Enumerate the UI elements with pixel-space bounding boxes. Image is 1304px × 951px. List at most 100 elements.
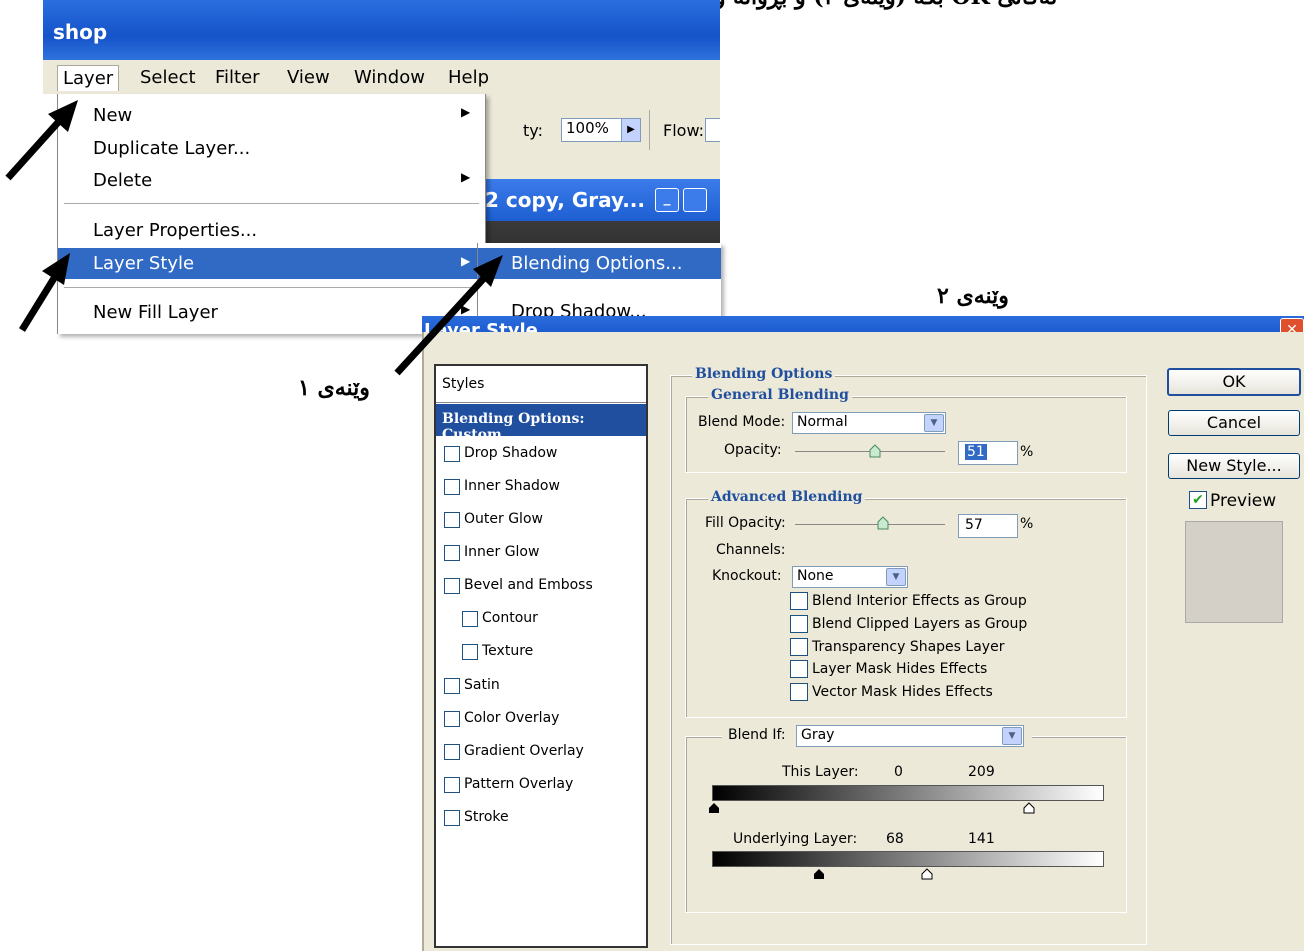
style-pattern-overlay[interactable]: Pattern Overlay xyxy=(436,769,646,801)
checkbox[interactable] xyxy=(462,644,478,660)
knockout-value: None xyxy=(797,568,834,584)
menu-item-label: Duplicate Layer... xyxy=(93,138,251,159)
style-label: Outer Glow xyxy=(464,511,543,527)
style-label: Inner Shadow xyxy=(464,478,560,494)
blend-clipped-checkbox[interactable] xyxy=(790,615,808,633)
opacity-slider-thumb[interactable] xyxy=(869,444,881,458)
menu-item-new[interactable]: New ▶ xyxy=(58,102,485,130)
menu-filter[interactable]: Filter xyxy=(210,65,265,90)
style-color-overlay[interactable]: Color Overlay xyxy=(436,703,646,735)
fill-opacity-slider-track[interactable] xyxy=(795,524,945,525)
ok-button[interactable]: OK xyxy=(1167,368,1301,396)
layer-mask-checkbox[interactable] xyxy=(790,660,808,678)
style-inner-shadow[interactable]: Inner Shadow xyxy=(436,471,646,503)
image2-caption: وێنەی ٢ xyxy=(937,283,1009,309)
this-layer-high: 209 xyxy=(968,764,995,780)
blend-mode-select[interactable]: Normal ▼ xyxy=(792,412,946,434)
opacity-percent: % xyxy=(1020,444,1034,460)
underlying-black-slider[interactable] xyxy=(813,868,825,880)
knockout-label: Knockout: xyxy=(712,568,782,584)
submenu-arrow-icon: ▶ xyxy=(461,170,471,184)
submenu-arrow-icon: ▶ xyxy=(461,105,471,119)
flow-input[interactable] xyxy=(705,118,720,142)
checkbox[interactable] xyxy=(444,479,460,495)
style-label: Gradient Overlay xyxy=(464,743,584,759)
style-inner-glow[interactable]: Inner Glow xyxy=(436,537,646,569)
style-label: Pattern Overlay xyxy=(464,776,574,792)
checkbox[interactable] xyxy=(444,678,460,694)
checkbox[interactable] xyxy=(444,545,460,561)
fill-opacity-slider-thumb[interactable] xyxy=(877,516,889,530)
checkbox[interactable] xyxy=(444,446,460,462)
flow-label: Flow: xyxy=(663,121,705,140)
style-gradient-overlay[interactable]: Gradient Overlay xyxy=(436,736,646,768)
annotation-arrow-icon xyxy=(394,255,503,376)
menu-layer[interactable]: Layer xyxy=(57,65,120,91)
style-label: Contour xyxy=(482,610,538,626)
opacity-arrow-icon[interactable]: ▶ xyxy=(621,118,641,142)
style-satin[interactable]: Satin xyxy=(436,670,646,702)
blend-mode-label: Blend Mode: xyxy=(698,414,786,430)
style-stroke[interactable]: Stroke xyxy=(436,802,646,834)
menu-item-label: Delete xyxy=(93,170,153,191)
chevron-down-icon[interactable]: ▼ xyxy=(886,568,906,586)
checkbox[interactable] xyxy=(444,711,460,727)
style-outer-glow[interactable]: Outer Glow xyxy=(436,504,646,536)
style-blending-options[interactable]: Blending Options: Custom xyxy=(436,404,646,443)
cancel-button[interactable]: Cancel xyxy=(1168,410,1300,436)
menu-item-duplicate-layer[interactable]: Duplicate Layer... xyxy=(58,135,485,163)
blend-if-select[interactable]: Gray ▼ xyxy=(796,725,1024,747)
menu-item-delete[interactable]: Delete ▶ xyxy=(58,167,485,195)
menu-help[interactable]: Help xyxy=(443,65,494,90)
chevron-down-icon[interactable]: ▼ xyxy=(924,414,944,432)
chevron-down-icon[interactable]: ▼ xyxy=(1002,727,1022,745)
menu-item-label: New xyxy=(93,105,133,126)
menu-item-label: Blending Options... xyxy=(511,253,683,274)
checkbox[interactable] xyxy=(444,578,460,594)
menu-select[interactable]: Select xyxy=(135,65,201,90)
blend-interior-checkbox[interactable] xyxy=(790,592,808,610)
fill-opacity-label: Fill Opacity: xyxy=(705,515,786,531)
annotation-arrow-icon xyxy=(5,100,78,181)
vector-mask-checkbox[interactable] xyxy=(790,683,808,701)
maximize-icon[interactable] xyxy=(683,188,707,212)
options-bar: ty: 100% ▶ Flow: xyxy=(483,94,720,166)
this-layer-white-slider[interactable] xyxy=(1023,802,1035,814)
checkbox[interactable] xyxy=(444,777,460,793)
style-drop-shadow[interactable]: Drop Shadow xyxy=(436,438,646,470)
style-texture[interactable]: Texture xyxy=(436,636,646,668)
styles-list: Styles Blending Options: Custom Drop Sha… xyxy=(434,364,648,948)
blend-clipped-label: Blend Clipped Layers as Group xyxy=(812,616,1028,632)
checkbox[interactable] xyxy=(444,810,460,826)
this-layer-black-slider[interactable] xyxy=(708,802,720,814)
menu-window[interactable]: Window xyxy=(349,65,430,90)
opacity-input[interactable]: 51 xyxy=(958,441,1018,465)
blend-mode-value: Normal xyxy=(797,414,848,430)
this-layer-low: 0 xyxy=(894,764,903,780)
fill-opacity-input[interactable]: 57 xyxy=(958,514,1018,538)
menu-item-layer-properties[interactable]: Layer Properties... xyxy=(58,217,485,245)
channels-label: Channels: xyxy=(716,542,786,558)
menu-view[interactable]: View xyxy=(282,65,335,90)
style-bevel-emboss[interactable]: Bevel and Emboss xyxy=(436,570,646,602)
checkbox[interactable] xyxy=(444,512,460,528)
checkbox[interactable] xyxy=(444,744,460,760)
style-contour[interactable]: Contour xyxy=(436,603,646,635)
window-title: shop xyxy=(53,20,108,44)
opacity-input[interactable]: 100% xyxy=(561,118,629,142)
divider xyxy=(649,110,650,150)
checkbox[interactable] xyxy=(462,611,478,627)
underlying-white-slider[interactable] xyxy=(921,868,933,880)
transparency-shapes-label: Transparency Shapes Layer xyxy=(812,639,1005,655)
menu-separator xyxy=(64,203,479,204)
minimize-icon[interactable]: _ xyxy=(655,188,679,212)
transparency-shapes-checkbox[interactable] xyxy=(790,638,808,656)
style-label: Bevel and Emboss xyxy=(464,577,593,593)
style-label: Texture xyxy=(482,643,534,659)
menu-item-label: Layer Properties... xyxy=(93,220,258,241)
new-style-button[interactable]: New Style... xyxy=(1168,453,1300,479)
preview-checkbox[interactable]: ✔ xyxy=(1189,491,1207,509)
document-title: 2 copy, Gray... xyxy=(485,188,645,212)
menubar: Layer Select Filter View Window Help xyxy=(43,60,720,94)
knockout-select[interactable]: None ▼ xyxy=(792,566,908,588)
